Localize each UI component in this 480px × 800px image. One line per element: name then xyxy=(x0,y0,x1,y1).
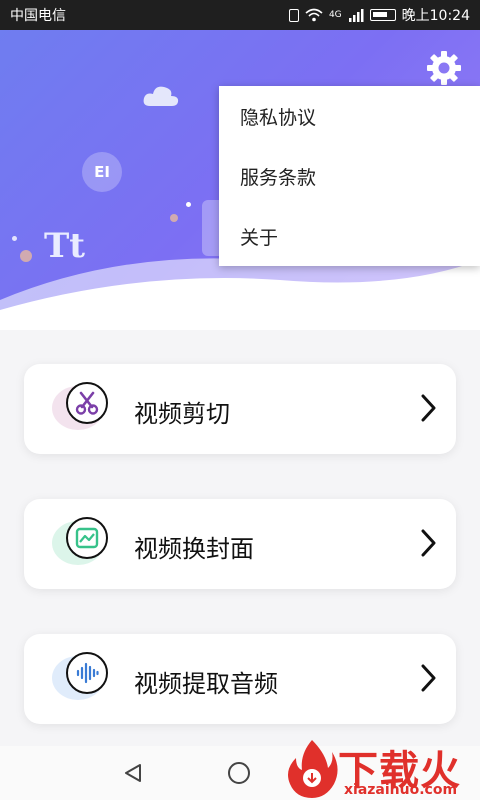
card-label: 视频提取音频 xyxy=(134,670,278,698)
audio-wave-icon xyxy=(76,662,99,684)
home-icon[interactable] xyxy=(228,762,250,784)
chevron-right-icon xyxy=(421,664,436,692)
signal-icon xyxy=(348,9,364,22)
chevron-right-icon xyxy=(421,394,436,422)
chevron-right-icon xyxy=(421,529,436,557)
watermark: 下载火 xiazaihuo.com xyxy=(286,738,480,800)
status-bar: 中国电信 4G 晚上10:24 xyxy=(0,0,480,30)
menu-item-about[interactable]: 关于 xyxy=(219,206,480,266)
icon-circle xyxy=(66,517,108,559)
gear-icon xyxy=(427,51,461,85)
cloud-icon xyxy=(143,86,179,106)
wifi-icon xyxy=(305,8,323,22)
watermark-url: xiazaihuo.com xyxy=(344,782,458,798)
menu-item-terms[interactable]: 服务条款 xyxy=(219,146,480,206)
card-label: 视频换封面 xyxy=(134,535,254,563)
video-cover-card[interactable]: 视频换封面 xyxy=(24,499,456,589)
network-type: 4G xyxy=(328,10,342,20)
scissors-icon xyxy=(75,391,99,415)
icon-circle xyxy=(66,382,108,424)
carrier-name: 中国电信 xyxy=(10,8,66,24)
battery-icon xyxy=(369,9,396,21)
video-extract-audio-card[interactable]: 视频提取音频 xyxy=(24,634,456,724)
image-icon xyxy=(75,527,99,549)
clock: 晚上10:24 xyxy=(401,8,470,24)
flame-logo-icon xyxy=(288,740,338,798)
vibrate-icon xyxy=(288,8,299,22)
back-icon[interactable] xyxy=(122,762,144,784)
decorative-badge: EI xyxy=(82,152,122,192)
status-icons: 4G 晚上10:24 xyxy=(288,5,470,25)
menu-item-privacy[interactable]: 隐私协议 xyxy=(219,86,480,146)
icon-circle xyxy=(66,652,108,694)
settings-dropdown-menu: 隐私协议 服务条款 关于 xyxy=(219,86,480,266)
settings-button[interactable] xyxy=(424,48,464,88)
card-label: 视频剪切 xyxy=(134,400,230,428)
video-cut-card[interactable]: 视频剪切 xyxy=(24,364,456,454)
